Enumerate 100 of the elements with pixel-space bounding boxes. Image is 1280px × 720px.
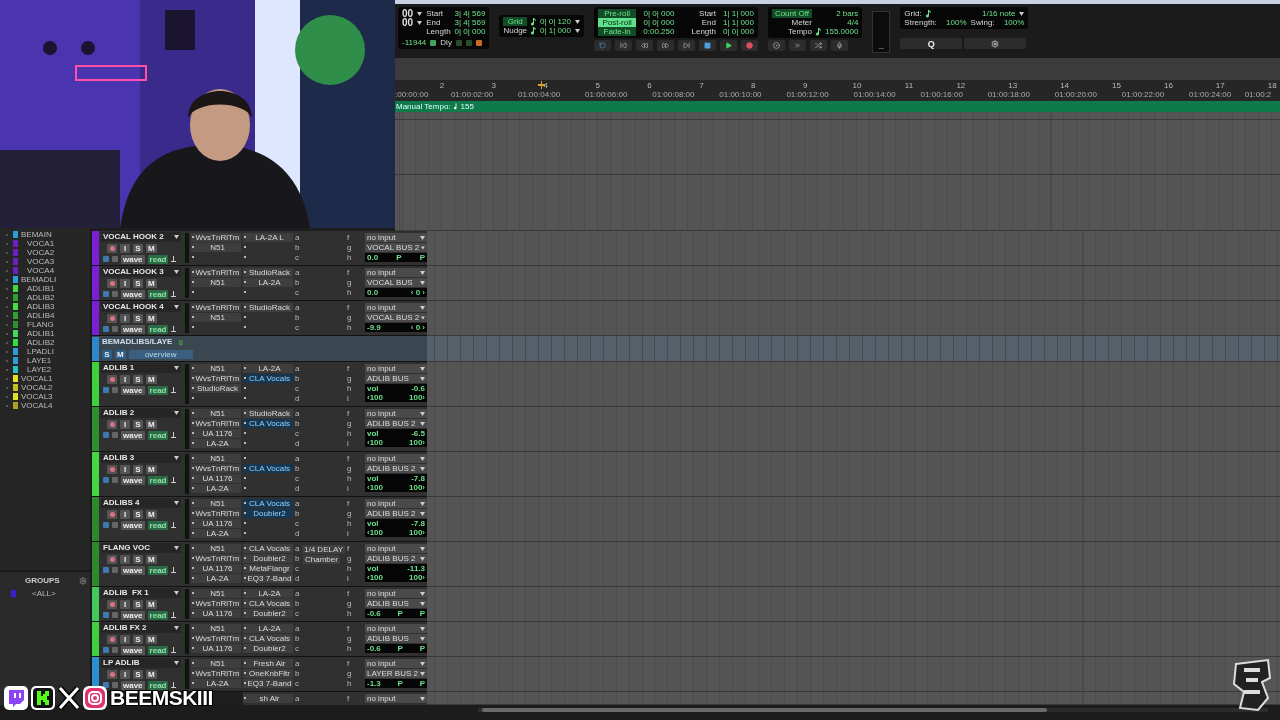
insert-slot[interactable]: N51 bbox=[191, 589, 241, 599]
input-selector[interactable]: no input bbox=[365, 233, 427, 242]
record-arm-button[interactable] bbox=[107, 419, 117, 429]
insert-slot[interactable]: Doubler2 bbox=[243, 609, 293, 619]
record-arm-button[interactable] bbox=[107, 669, 117, 679]
record-arm-button[interactable] bbox=[107, 313, 117, 323]
insert-slot[interactable]: N51 bbox=[191, 659, 241, 669]
automation-button[interactable]: read bbox=[147, 385, 169, 395]
track-list-item[interactable]: VOCA2 bbox=[27, 248, 55, 257]
track-list-item[interactable]: ADLIB4 bbox=[27, 311, 55, 320]
track-toggle-button[interactable]: S bbox=[133, 669, 143, 679]
group-item[interactable]: <ALL> bbox=[32, 589, 56, 598]
insert-slot[interactable]: N51 bbox=[191, 243, 241, 253]
track-toggle-button[interactable]: S bbox=[133, 554, 143, 564]
insert-slot[interactable]: N51 bbox=[191, 454, 241, 464]
rewind-button[interactable] bbox=[635, 40, 653, 51]
track-toggle-button[interactable]: M bbox=[146, 509, 157, 519]
track-toggle-button[interactable]: M bbox=[146, 634, 157, 644]
insert-slot[interactable]: LA-2A bbox=[243, 278, 293, 288]
track-toggle-button[interactable]: S bbox=[133, 509, 143, 519]
automation-button[interactable]: read bbox=[147, 680, 169, 690]
track-toggle-button[interactable]: I bbox=[120, 313, 130, 323]
view-button[interactable]: wave bbox=[121, 324, 145, 334]
view-button[interactable]: wave bbox=[121, 289, 145, 299]
insert-slot[interactable]: EQ3 7-Band bbox=[243, 574, 293, 584]
track-toggle-button[interactable]: I bbox=[120, 509, 130, 519]
record-button[interactable] bbox=[740, 40, 758, 51]
view-button[interactable]: wave bbox=[121, 475, 145, 485]
track-list-item[interactable]: ADLIB2 bbox=[27, 293, 55, 302]
field-value[interactable]: 100% bbox=[940, 18, 967, 27]
insert-slot[interactable]: UA 1176 bbox=[191, 644, 241, 654]
input-selector[interactable]: no input bbox=[365, 694, 427, 703]
track-toggle-button[interactable]: S bbox=[133, 278, 143, 288]
field-value[interactable]: 4/4 bbox=[825, 18, 859, 27]
track-list-item[interactable]: LAYE2 bbox=[27, 365, 52, 374]
insert-slot[interactable]: N51 bbox=[191, 624, 241, 634]
insert-slot[interactable]: LA-2A bbox=[243, 364, 293, 374]
insert-slot[interactable]: Doubler2 bbox=[243, 644, 293, 654]
track-list-item[interactable]: VOCAL1 bbox=[21, 374, 53, 383]
track-toggle-button[interactable]: M bbox=[146, 554, 157, 564]
automation-button[interactable]: read bbox=[147, 289, 169, 299]
output-selector[interactable]: VOCAL BUS 2 bbox=[365, 313, 427, 322]
go-to-end-button[interactable] bbox=[677, 40, 695, 51]
record-arm-button[interactable] bbox=[107, 278, 117, 288]
view-button[interactable]: wave bbox=[121, 430, 145, 440]
record-arm-button[interactable] bbox=[107, 554, 117, 564]
field-value[interactable]: 2 bars bbox=[825, 9, 859, 18]
track-toggle-button[interactable]: I bbox=[120, 419, 130, 429]
output-selector[interactable]: ADLIB BUS 2 bbox=[365, 464, 427, 473]
track-list-item[interactable]: ADLIB3 bbox=[27, 302, 55, 311]
track-toggle-button[interactable]: S bbox=[133, 419, 143, 429]
track-toggle-button[interactable]: M bbox=[146, 599, 157, 609]
record-arm-button[interactable] bbox=[107, 599, 117, 609]
track-toggle-button[interactable]: M bbox=[146, 243, 157, 253]
roll-toggle[interactable]: Pre-roll bbox=[597, 9, 637, 18]
shuffle-button[interactable] bbox=[809, 40, 827, 51]
merge-button[interactable] bbox=[788, 40, 806, 51]
roll-toggle[interactable]: Fade-in bbox=[597, 27, 637, 36]
insert-slot[interactable]: EQ3 7-Band bbox=[243, 679, 293, 689]
automation-button[interactable]: read bbox=[147, 610, 169, 620]
automation-button[interactable]: read bbox=[147, 475, 169, 485]
input-selector[interactable]: no input bbox=[365, 268, 427, 277]
marker-icon[interactable] bbox=[538, 81, 545, 89]
field-value[interactable]: 0| 1| 000 bbox=[540, 26, 571, 35]
track-toggle-button[interactable]: S bbox=[133, 374, 143, 384]
insert-slot[interactable]: N51 bbox=[191, 499, 241, 509]
track-list-item[interactable]: VOCAL3 bbox=[21, 392, 53, 401]
record-arm-button[interactable] bbox=[107, 243, 117, 253]
automation-button[interactable]: read bbox=[147, 645, 169, 655]
track-toggle-button[interactable]: I bbox=[120, 669, 130, 679]
view-button[interactable]: wave bbox=[121, 610, 145, 620]
play-button[interactable] bbox=[719, 40, 737, 51]
view-button[interactable]: overview bbox=[128, 349, 193, 359]
output-selector[interactable]: VOCAL BUS bbox=[365, 278, 427, 287]
insert-slot[interactable]: CLA Vocals bbox=[243, 374, 293, 384]
insert-slot[interactable]: sh Air bbox=[243, 694, 293, 704]
input-selector[interactable]: no input bbox=[365, 624, 427, 633]
track-list-item[interactable]: BEMADLI bbox=[21, 275, 57, 284]
track-toggle-button[interactable]: I bbox=[120, 374, 130, 384]
track-toggle-button[interactable]: I bbox=[120, 243, 130, 253]
insert-slot[interactable]: N51 bbox=[191, 278, 241, 288]
record-arm-button[interactable] bbox=[107, 634, 117, 644]
insert-slot[interactable]: LA-2A bbox=[191, 574, 241, 584]
stop-button[interactable] bbox=[698, 40, 716, 51]
field-value[interactable]: 1/16 note bbox=[934, 9, 1016, 18]
output-selector[interactable]: LAYER BUS 2 bbox=[365, 669, 427, 678]
output-selector[interactable]: ADLIB BUS bbox=[365, 634, 427, 643]
insert-slot[interactable]: CLA Vocals bbox=[243, 464, 293, 474]
count-off-toggle[interactable]: Count Off bbox=[771, 9, 812, 18]
view-button[interactable]: wave bbox=[121, 565, 145, 575]
track-toggle-button[interactable]: I bbox=[120, 634, 130, 644]
insert-slot[interactable]: N51 bbox=[191, 364, 241, 374]
field-value[interactable]: 0:00.250 bbox=[640, 27, 675, 36]
insert-slot[interactable]: LA-2A bbox=[191, 439, 241, 449]
field-value[interactable]: 1| 1| 000 bbox=[720, 18, 754, 27]
input-selector[interactable]: no input bbox=[365, 659, 427, 668]
insert-slot[interactable]: LA-2A bbox=[243, 589, 293, 599]
insert-slot[interactable]: N51 bbox=[191, 544, 241, 554]
input-selector[interactable]: no input bbox=[365, 303, 427, 312]
input-selector[interactable]: no input bbox=[365, 409, 427, 418]
